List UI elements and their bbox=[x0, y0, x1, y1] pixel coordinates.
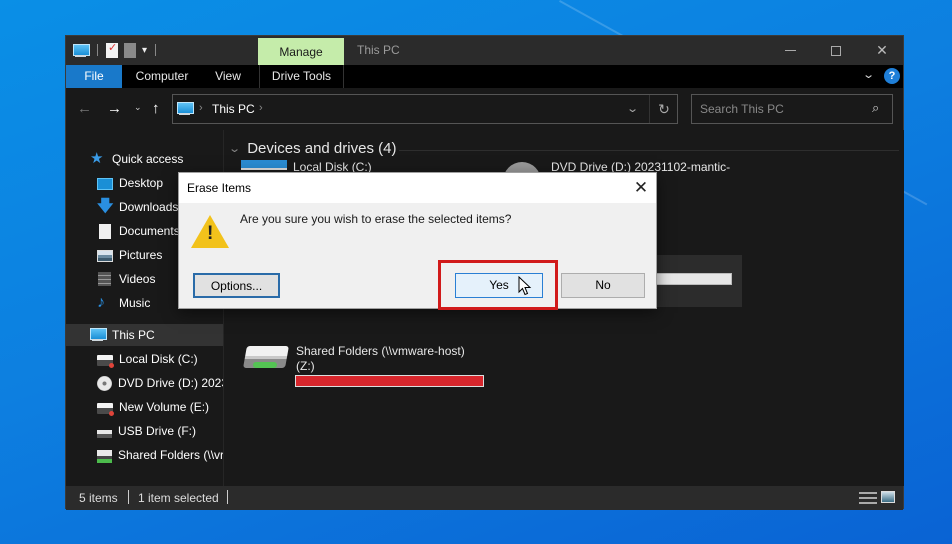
drive-letter: (Z:) bbox=[296, 359, 315, 373]
status-separator bbox=[128, 490, 129, 504]
sidebar-item-label: Pictures bbox=[119, 248, 163, 262]
expand-ribbon-icon[interactable]: ⌄ bbox=[862, 68, 875, 81]
options-button[interactable]: Options... bbox=[193, 273, 280, 298]
breadcrumb-separator[interactable]: › bbox=[199, 102, 203, 114]
usb-drive-icon bbox=[97, 430, 112, 438]
network-indicator bbox=[253, 362, 277, 368]
downloads-icon: 🡇 bbox=[97, 198, 114, 215]
drive-icon bbox=[97, 355, 114, 368]
yes-button-highlight bbox=[438, 260, 558, 310]
sidebar-item-label: USB Drive (F:) bbox=[118, 424, 196, 438]
sidebar-item-dvd-drive-d[interactable]: DVD Drive (D:) 2023 bbox=[66, 372, 223, 394]
drive-usage-bar bbox=[295, 375, 484, 387]
sidebar-item-new-volume-e[interactable]: New Volume (E:) bbox=[66, 396, 223, 418]
sidebar-item-label: Quick access bbox=[112, 152, 184, 166]
status-separator bbox=[227, 490, 228, 504]
maximize-button[interactable] bbox=[813, 36, 859, 65]
network-drive-icon bbox=[97, 449, 112, 463]
address-dropdown-icon[interactable]: ⌄ bbox=[626, 102, 639, 115]
address-bar[interactable]: › This PC › ⌄ ↻ bbox=[172, 94, 678, 124]
sidebar-item-label: Music bbox=[119, 296, 151, 310]
help-icon[interactable]: ? bbox=[884, 68, 900, 84]
recent-locations-button[interactable]: ⌄ bbox=[134, 102, 142, 113]
dialog-message: Are you sure you wish to erase the selec… bbox=[240, 212, 512, 226]
tab-manage[interactable]: Manage bbox=[258, 38, 344, 65]
chevron-down-icon: ⌄ bbox=[228, 143, 242, 155]
sidebar-item-label: Videos bbox=[119, 272, 156, 286]
computer-icon[interactable] bbox=[72, 43, 90, 57]
sidebar-item-shared-folders[interactable]: Shared Folders (\\vr bbox=[66, 444, 223, 466]
new-folder-icon[interactable] bbox=[124, 42, 136, 58]
tab-computer[interactable]: Computer bbox=[126, 65, 198, 88]
sidebar-item-usb-drive-f[interactable]: USB Drive (F:) bbox=[66, 420, 223, 442]
breadcrumb-this-pc[interactable]: This PC bbox=[212, 102, 255, 116]
item-count: 5 items bbox=[79, 491, 118, 505]
close-button[interactable]: ✕ bbox=[859, 36, 905, 65]
ribbon-tabs: File Computer View Drive Tools ⌄ ? bbox=[66, 65, 903, 88]
search-input[interactable]: Search This PC ⌕ bbox=[691, 94, 893, 124]
navigation-bar: ← → ⌄ ↑ › This PC › ⌄ ↻ Search This PC ⌕ bbox=[66, 88, 903, 130]
mouse-cursor-icon bbox=[518, 276, 532, 296]
tab-drive-tools[interactable]: Drive Tools bbox=[259, 65, 344, 88]
dvd-icon bbox=[97, 375, 112, 391]
sidebar-item-label: This PC bbox=[112, 328, 155, 342]
star-icon: ★ bbox=[90, 150, 104, 167]
minimize-icon bbox=[784, 50, 796, 51]
group-divider bbox=[399, 150, 899, 151]
search-icon[interactable]: ⌕ bbox=[872, 100, 879, 116]
forward-button[interactable]: → bbox=[107, 100, 122, 117]
sidebar-item-label: Desktop bbox=[119, 176, 164, 190]
refresh-button[interactable]: ↻ bbox=[649, 95, 678, 123]
sidebar-item-label: Documents bbox=[119, 224, 180, 238]
toolbar-separator bbox=[97, 44, 98, 56]
drive-usage-fill bbox=[296, 376, 483, 386]
details-view-icon[interactable] bbox=[859, 492, 877, 504]
group-header-label: Devices and drives (4) bbox=[247, 140, 397, 157]
breadcrumb-separator[interactable]: › bbox=[259, 102, 263, 114]
dialog-close-button[interactable]: ✕ bbox=[629, 177, 653, 199]
pictures-icon bbox=[97, 250, 113, 262]
selection-count: 1 item selected bbox=[138, 491, 219, 505]
sidebar-item-local-disk-c[interactable]: Local Disk (C:) bbox=[66, 348, 223, 370]
videos-icon bbox=[98, 272, 111, 286]
sidebar-item-label: Local Disk (C:) bbox=[119, 352, 198, 366]
warning-icon bbox=[191, 215, 229, 248]
group-header[interactable]: ⌄ Devices and drives (4) bbox=[228, 140, 397, 157]
sidebar-item-label: New Volume (E:) bbox=[119, 400, 210, 414]
dialog-title: Erase Items bbox=[187, 181, 252, 195]
tab-view[interactable]: View bbox=[206, 65, 250, 88]
sidebar-item-label: Downloads bbox=[119, 200, 179, 214]
music-icon: ♪ bbox=[97, 294, 105, 311]
no-button[interactable]: No bbox=[561, 273, 645, 298]
close-icon: ✕ bbox=[876, 42, 888, 58]
drive-icon bbox=[97, 403, 114, 416]
search-placeholder: Search This PC bbox=[700, 102, 784, 116]
sidebar-item-quick-access[interactable]: ★ Quick access bbox=[66, 148, 223, 170]
quick-access-toolbar: ▾ bbox=[72, 41, 158, 59]
desktop-icon bbox=[97, 178, 113, 190]
tab-file[interactable]: File bbox=[66, 65, 122, 88]
status-bar: 5 items 1 item selected bbox=[66, 486, 903, 510]
dialog-title-bar: Erase Items ✕ bbox=[179, 173, 656, 203]
this-pc-icon bbox=[176, 102, 194, 115]
sidebar-item-label: Shared Folders (\\vr bbox=[118, 448, 223, 462]
back-button[interactable]: ← bbox=[77, 100, 92, 117]
erase-items-dialog: Erase Items ✕ Are you sure you wish to e… bbox=[178, 172, 657, 309]
toolbar-separator bbox=[155, 44, 157, 56]
this-pc-icon bbox=[89, 327, 107, 343]
properties-icon[interactable] bbox=[106, 41, 118, 58]
documents-icon bbox=[99, 223, 111, 239]
drive-name: Shared Folders (\\vmware-host) bbox=[296, 344, 465, 358]
sidebar-item-this-pc[interactable]: This PC bbox=[66, 324, 223, 346]
sidebar-item-label: DVD Drive (D:) 2023 bbox=[118, 376, 223, 390]
maximize-icon bbox=[831, 45, 841, 56]
title-bar: ▾ Manage This PC ✕ bbox=[66, 36, 903, 65]
up-button[interactable]: ↑ bbox=[152, 100, 160, 117]
minimize-button[interactable] bbox=[767, 36, 813, 65]
large-icons-view-icon[interactable] bbox=[881, 491, 895, 503]
window-title: This PC bbox=[357, 43, 400, 57]
customize-dropdown-icon[interactable]: ▾ bbox=[142, 45, 147, 56]
